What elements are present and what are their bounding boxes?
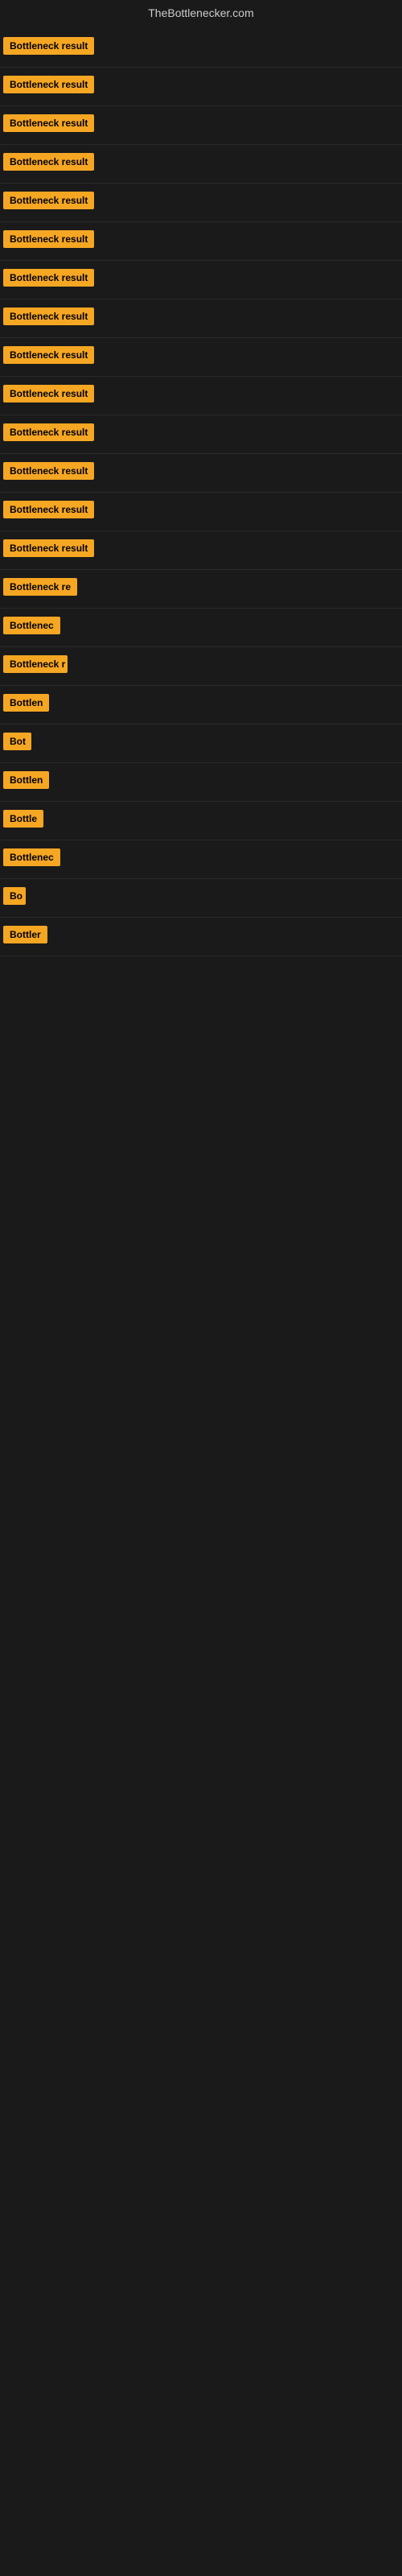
bottleneck-badge[interactable]: Bottleneck result <box>3 423 94 441</box>
bottleneck-badge[interactable]: Bottleneck r <box>3 655 68 673</box>
bottleneck-badge[interactable]: Bottleneck result <box>3 153 94 171</box>
bottleneck-badge[interactable]: Bottleneck result <box>3 37 94 55</box>
result-row: Bottleneck result <box>0 145 402 184</box>
result-row: Bottleneck result <box>0 454 402 493</box>
bottleneck-badge[interactable]: Bottleneck result <box>3 462 94 480</box>
bottleneck-badge[interactable]: Bottleneck result <box>3 346 94 364</box>
bottleneck-badge[interactable]: Bo <box>3 887 26 905</box>
bottleneck-badge[interactable]: Bottlenec <box>3 848 60 866</box>
bottleneck-badge[interactable]: Bottleneck result <box>3 539 94 557</box>
result-row: Bottleneck result <box>0 531 402 570</box>
result-row: Bottleneck result <box>0 184 402 222</box>
result-row: Bottleneck result <box>0 29 402 68</box>
bottleneck-badge[interactable]: Bottleneck re <box>3 578 77 596</box>
bottleneck-badge[interactable]: Bottleneck result <box>3 192 94 209</box>
bottleneck-badge[interactable]: Bottlenec <box>3 617 60 634</box>
bottleneck-badge[interactable]: Bottleneck result <box>3 269 94 287</box>
result-row: Bottleneck result <box>0 68 402 106</box>
bottleneck-badge[interactable]: Bottlen <box>3 771 49 789</box>
result-row: Bottler <box>0 918 402 956</box>
bottleneck-badge[interactable]: Bottleneck result <box>3 114 94 132</box>
bottleneck-badge[interactable]: Bottleneck result <box>3 501 94 518</box>
result-row: Bottleneck result <box>0 299 402 338</box>
site-title: TheBottlenecker.com <box>148 6 254 19</box>
result-row: Bottleneck result <box>0 106 402 145</box>
result-row: Bottleneck re <box>0 570 402 609</box>
site-header: TheBottlenecker.com <box>0 0 402 29</box>
result-row: Bottleneck result <box>0 415 402 454</box>
result-row: Bottleneck r <box>0 647 402 686</box>
result-row: Bot <box>0 724 402 763</box>
result-row: Bottlenec <box>0 840 402 879</box>
result-row: Bottleneck result <box>0 493 402 531</box>
result-row: Bottleneck result <box>0 261 402 299</box>
result-row: Bo <box>0 879 402 918</box>
bottleneck-badge[interactable]: Bot <box>3 733 31 750</box>
bottleneck-badge[interactable]: Bottleneck result <box>3 308 94 325</box>
bottleneck-badge[interactable]: Bottleneck result <box>3 76 94 93</box>
result-row: Bottlen <box>0 686 402 724</box>
result-row: Bottle <box>0 802 402 840</box>
result-row: Bottlenec <box>0 609 402 647</box>
result-row: Bottlen <box>0 763 402 802</box>
bottleneck-badge[interactable]: Bottlen <box>3 694 49 712</box>
bottleneck-badge[interactable]: Bottleneck result <box>3 385 94 402</box>
bottleneck-badge[interactable]: Bottleneck result <box>3 230 94 248</box>
bottleneck-badge[interactable]: Bottler <box>3 926 47 943</box>
result-row: Bottleneck result <box>0 377 402 415</box>
bottleneck-badge[interactable]: Bottle <box>3 810 43 828</box>
results-container: Bottleneck result Bottleneck result Bottle… <box>0 29 402 956</box>
result-row: Bottleneck result <box>0 338 402 377</box>
result-row: Bottleneck result <box>0 222 402 261</box>
